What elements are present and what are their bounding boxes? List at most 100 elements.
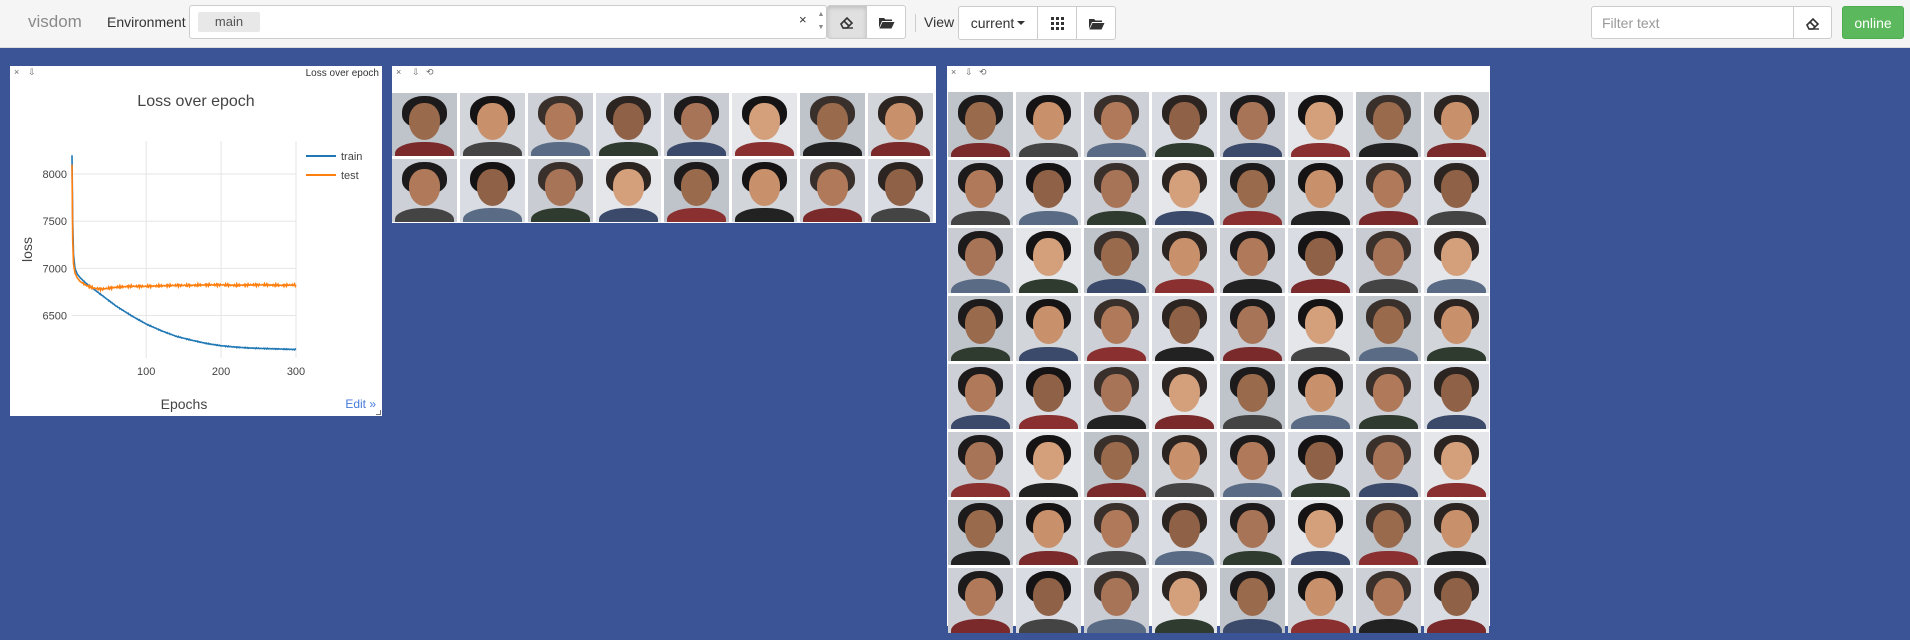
- reset-pane-icon[interactable]: ⟲: [979, 67, 987, 77]
- shoulders-shape: [1222, 210, 1283, 225]
- shoulders-shape: [1018, 414, 1079, 429]
- resize-handle[interactable]: [376, 410, 381, 415]
- env-chip-main[interactable]: main: [198, 12, 260, 32]
- shoulders-shape: [598, 142, 659, 156]
- face-image-thumbnail: [1424, 364, 1489, 429]
- face-shape: [1372, 578, 1405, 617]
- clear-env-icon[interactable]: ×: [799, 12, 807, 27]
- face-shape: [680, 103, 713, 140]
- manage-views-button[interactable]: [1076, 6, 1116, 40]
- face-shape: [1304, 442, 1337, 481]
- online-status-button[interactable]: online: [1842, 6, 1904, 39]
- top-navbar: visdom Environment main × ▲ ▼ View curren…: [0, 0, 1910, 48]
- shoulders-shape: [1222, 414, 1283, 429]
- face-image-thumbnail: [1084, 92, 1149, 157]
- face-image-thumbnail: [1356, 432, 1421, 497]
- face-shape: [1236, 442, 1269, 481]
- shoulders-shape: [1358, 618, 1419, 633]
- shoulders-shape: [530, 142, 591, 156]
- face-shape: [964, 306, 997, 345]
- face-shape: [1032, 102, 1065, 141]
- face-image-thumbnail: [948, 568, 1013, 633]
- shoulders-shape: [1290, 278, 1351, 293]
- face-shape: [1372, 306, 1405, 345]
- filter-text-input[interactable]: [1591, 6, 1794, 39]
- face-image-thumbnail: [1220, 160, 1285, 225]
- env-dropdown-arrows-icon[interactable]: ▲ ▼: [815, 8, 827, 34]
- shoulders-shape: [1426, 142, 1487, 157]
- clear-filter-button[interactable]: [1793, 6, 1832, 39]
- shoulders-shape: [1154, 210, 1215, 225]
- face-image-thumbnail: [1356, 160, 1421, 225]
- y-axis-label: loss: [19, 237, 35, 262]
- face-shape: [1168, 442, 1201, 481]
- download-pane-icon[interactable]: ⇩: [965, 67, 973, 77]
- shoulders-shape: [950, 618, 1011, 633]
- face-shape: [1304, 374, 1337, 413]
- shoulders-shape: [1358, 550, 1419, 565]
- face-shape: [1032, 374, 1065, 413]
- face-shape: [1100, 442, 1133, 481]
- loss-line-chart[interactable]: 6500 7000 7500 8000 100 200 300 Loss over epoch…: [10, 66, 382, 416]
- face-image-thumbnail: [1424, 432, 1489, 497]
- shoulders-shape: [394, 208, 455, 222]
- face-image-thumbnail: [1152, 432, 1217, 497]
- face-shape: [884, 169, 917, 206]
- shoulders-shape: [1154, 414, 1215, 429]
- face-shape: [1032, 578, 1065, 617]
- shoulders-shape: [1426, 618, 1487, 633]
- download-pane-icon[interactable]: ⇩: [412, 67, 420, 77]
- face-shape: [1100, 510, 1133, 549]
- shoulders-shape: [1290, 618, 1351, 633]
- shoulders-shape: [530, 208, 591, 222]
- close-pane-icon[interactable]: ×: [951, 67, 956, 77]
- face-image-thumbnail: [1152, 160, 1217, 225]
- shoulders-shape: [1222, 550, 1283, 565]
- environment-select[interactable]: main × ▲ ▼: [189, 5, 827, 39]
- close-pane-icon[interactable]: ×: [396, 67, 401, 77]
- loss-chart-pane[interactable]: × ⇩ Loss over epoch 6500 7000 7500 8000 100 2…: [10, 66, 382, 416]
- shoulders-shape: [1426, 414, 1487, 429]
- pane-titlebar[interactable]: × ⇩ ⟲: [947, 66, 1490, 79]
- face-image-thumbnail: [1084, 364, 1149, 429]
- brand-logo[interactable]: visdom: [28, 12, 82, 32]
- face-image-thumbnail: [1356, 228, 1421, 293]
- face-image-thumbnail: [1084, 432, 1149, 497]
- x-tick-label: 200: [212, 366, 230, 378]
- view-select-button[interactable]: current: [958, 6, 1038, 40]
- shoulders-shape: [950, 278, 1011, 293]
- repack-grid-button[interactable]: [1037, 6, 1077, 40]
- face-shape: [816, 169, 849, 206]
- face-image-thumbnail: [868, 93, 933, 156]
- clear-env-button[interactable]: [827, 5, 867, 39]
- edit-chart-link[interactable]: Edit »: [345, 397, 376, 411]
- face-shape: [1100, 238, 1133, 277]
- manage-env-button[interactable]: [866, 5, 906, 39]
- face-image-thumbnail: [664, 93, 729, 156]
- view-select-value: current: [970, 15, 1015, 31]
- face-image-thumbnail: [1084, 500, 1149, 565]
- input-images-pane[interactable]: × ⇩ ⟲: [392, 66, 936, 223]
- shoulders-shape: [1086, 618, 1147, 633]
- face-image-thumbnail: [1016, 364, 1081, 429]
- shoulders-shape: [950, 142, 1011, 157]
- face-image-thumbnail: [1220, 296, 1285, 361]
- shoulders-shape: [1154, 550, 1215, 565]
- face-image-thumbnail: [1016, 568, 1081, 633]
- face-image-thumbnail: [1084, 228, 1149, 293]
- reconstruction-images-pane[interactable]: × ⇩ ⟲: [947, 66, 1490, 633]
- face-image-thumbnail: [868, 159, 933, 222]
- face-shape: [1440, 578, 1473, 617]
- face-image-thumbnail: [948, 92, 1013, 157]
- face-image-thumbnail: [1424, 160, 1489, 225]
- shoulders-shape: [1358, 142, 1419, 157]
- face-image-thumbnail: [1288, 92, 1353, 157]
- reset-pane-icon[interactable]: ⟲: [426, 67, 434, 77]
- shoulders-shape: [1358, 346, 1419, 361]
- shoulders-shape: [1358, 210, 1419, 225]
- shoulders-shape: [394, 142, 455, 156]
- pane-titlebar[interactable]: × ⇩ ⟲: [392, 66, 936, 79]
- navbar-divider: [915, 14, 916, 32]
- face-image-thumbnail: [948, 296, 1013, 361]
- shoulders-shape: [950, 550, 1011, 565]
